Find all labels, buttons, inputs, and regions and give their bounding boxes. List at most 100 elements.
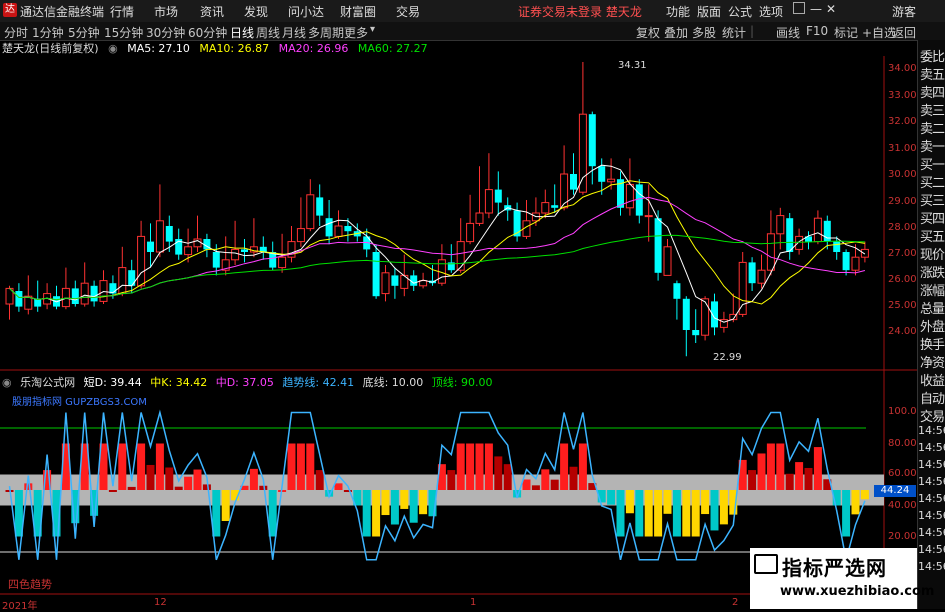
candle[interactable] xyxy=(316,184,324,226)
indicator-bar xyxy=(701,490,710,515)
candle[interactable] xyxy=(344,218,352,242)
price-tick: 25.00 xyxy=(888,300,917,311)
panel-item[interactable]: 买二 xyxy=(920,172,945,191)
candle[interactable] xyxy=(175,228,183,260)
panel-item[interactable]: 涨跌 xyxy=(920,262,945,281)
eye-icon[interactable]: ◉ xyxy=(2,376,12,389)
candle[interactable] xyxy=(155,184,164,258)
candle[interactable] xyxy=(673,280,681,320)
candle[interactable] xyxy=(437,244,446,286)
candle[interactable] xyxy=(296,197,305,247)
candle[interactable] xyxy=(466,194,475,245)
candle[interactable] xyxy=(99,270,108,304)
candle[interactable] xyxy=(842,249,850,276)
candle[interactable] xyxy=(231,220,240,265)
candle[interactable] xyxy=(203,233,211,258)
candle[interactable] xyxy=(193,215,202,252)
panel-item[interactable]: 外盘 xyxy=(920,316,945,335)
indicator-bar xyxy=(494,456,503,490)
panel-item[interactable]: 收益 xyxy=(920,370,945,389)
candle[interactable] xyxy=(823,215,831,250)
candle[interactable] xyxy=(259,236,267,260)
candle[interactable] xyxy=(475,166,484,226)
panel-item[interactable]: 卖二 xyxy=(920,118,945,137)
candle[interactable] xyxy=(53,285,60,310)
panel-item[interactable]: 现价 xyxy=(920,244,945,263)
candle[interactable] xyxy=(353,223,361,242)
candle[interactable] xyxy=(24,275,33,315)
candle[interactable] xyxy=(617,171,624,216)
candle[interactable] xyxy=(757,254,766,289)
candle[interactable] xyxy=(578,61,587,195)
candle[interactable] xyxy=(334,210,343,239)
indicator-bar xyxy=(137,443,146,490)
price-tick: 34.00 xyxy=(888,63,917,74)
candle[interactable] xyxy=(484,153,493,219)
panel-item[interactable]: 自动 xyxy=(920,388,945,407)
candle[interactable] xyxy=(372,244,380,299)
candle[interactable] xyxy=(269,241,277,271)
candle[interactable] xyxy=(241,239,248,263)
candle[interactable] xyxy=(165,215,173,252)
panel-item[interactable]: 净资 xyxy=(920,352,945,371)
candle[interactable] xyxy=(410,270,418,291)
candle[interactable] xyxy=(644,184,653,242)
candle[interactable] xyxy=(786,213,794,260)
candle[interactable] xyxy=(663,239,672,276)
panel-item[interactable]: 总量 xyxy=(920,298,945,317)
panel-item[interactable]: 买五 xyxy=(920,226,945,245)
panel-item[interactable]: 买一 xyxy=(920,154,945,173)
candle[interactable] xyxy=(61,267,70,310)
candle[interactable] xyxy=(80,262,89,307)
indicator-bar xyxy=(654,490,663,537)
candle[interactable] xyxy=(118,246,127,297)
candle[interactable] xyxy=(34,280,42,312)
panel-item[interactable]: 买三 xyxy=(920,190,945,209)
kline-chart[interactable] xyxy=(0,0,917,609)
panel-item[interactable]: 卖三 xyxy=(920,100,945,119)
candle[interactable] xyxy=(692,309,700,343)
candle[interactable] xyxy=(551,184,559,213)
candle[interactable] xyxy=(513,202,521,242)
panel-item[interactable]: 卖四 xyxy=(920,82,945,101)
candle[interactable] xyxy=(278,233,287,273)
indicator-bar xyxy=(447,470,456,490)
candle[interactable] xyxy=(682,296,690,357)
x-tick: 2021年 xyxy=(2,601,38,612)
indicator-bar xyxy=(108,490,117,492)
panel-item[interactable]: 卖五 xyxy=(920,64,945,83)
candle[interactable] xyxy=(447,244,455,273)
candle[interactable] xyxy=(560,145,569,211)
indicator-bar xyxy=(644,490,653,537)
candle[interactable] xyxy=(147,223,154,268)
candle[interactable] xyxy=(635,179,643,224)
candle[interactable] xyxy=(90,280,98,307)
candle[interactable] xyxy=(729,293,738,323)
candle[interactable] xyxy=(391,267,399,299)
indicator-bar xyxy=(719,490,728,525)
panel-item[interactable]: 委比 xyxy=(920,46,945,65)
panel-item[interactable]: 换手 xyxy=(920,334,945,353)
panel-item[interactable]: 买四 xyxy=(920,208,945,227)
candle[interactable] xyxy=(588,111,596,185)
candle[interactable] xyxy=(306,179,315,232)
candle[interactable] xyxy=(137,220,146,289)
panel-item[interactable]: 涨幅 xyxy=(920,280,945,299)
panel-item[interactable]: 交易 xyxy=(920,406,945,425)
candle[interactable] xyxy=(522,200,531,239)
candle[interactable] xyxy=(570,153,577,195)
trade-time: 14:56 xyxy=(918,475,945,488)
candle[interactable] xyxy=(43,283,52,310)
candle[interactable] xyxy=(813,210,822,245)
candle[interactable] xyxy=(748,257,756,291)
candle[interactable] xyxy=(71,280,79,307)
price-tick: 27.00 xyxy=(888,248,917,259)
candle[interactable] xyxy=(805,231,812,250)
candle[interactable] xyxy=(494,171,502,216)
overlay-watermark-text: 股朋指标网 GUPZBGS3.COM xyxy=(12,397,147,408)
candle[interactable] xyxy=(381,265,390,302)
indicator-bar xyxy=(409,490,418,523)
candle[interactable] xyxy=(738,252,747,317)
panel-item[interactable]: 卖一 xyxy=(920,136,945,155)
candle[interactable] xyxy=(287,226,296,263)
